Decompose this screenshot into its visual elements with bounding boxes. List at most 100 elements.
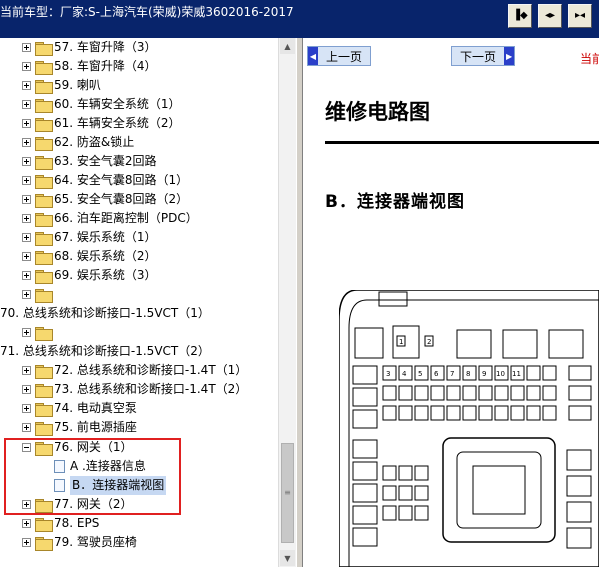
title-bar: 当前车型：厂家:S-上海汽车(荣威)荣威3602016-2017 ▐◆ ◂▸ ▸…: [0, 0, 599, 38]
folder-icon: [35, 402, 53, 417]
folder-icon: [35, 174, 53, 189]
expand-icon[interactable]: [22, 233, 31, 242]
tree-item[interactable]: 66. 泊车距离控制（PDC）: [22, 209, 198, 228]
tree-item[interactable]: 74. 电动真空泵: [22, 399, 137, 418]
tree-item[interactable]: 78. EPS: [22, 514, 99, 533]
expand-icon[interactable]: [22, 157, 31, 166]
scroll-up-icon[interactable]: ▲: [280, 38, 295, 54]
expand-icon[interactable]: [22, 195, 31, 204]
dock-right-icon: ▐◆: [512, 10, 528, 21]
expand-icon[interactable]: [22, 328, 31, 337]
tree-item[interactable]: 60. 车辆安全系统（1）: [22, 95, 181, 114]
connector-pin-label: 11: [512, 370, 521, 378]
tree-item[interactable]: 69. 娱乐系统（3）: [22, 266, 157, 285]
tree-item[interactable]: 67. 娱乐系统（1）: [22, 228, 157, 247]
current-page-label: 当前: [580, 52, 599, 66]
tree-item[interactable]: 62. 防盗&锁止: [22, 133, 134, 152]
connector-pin-label: 5: [418, 370, 422, 378]
page-nav-bar: ◀ 上一页 下一页 ▶ 当前: [303, 38, 599, 73]
expand-icon[interactable]: [22, 404, 31, 413]
expand-icon[interactable]: [22, 538, 31, 547]
connector-pin-label: 4: [402, 370, 407, 378]
document-pane: ◀ 上一页 下一页 ▶ 当前 维修电路图 B．连接器端视图 1 2 3 4 5 …: [303, 38, 599, 567]
expand-icon[interactable]: [22, 138, 31, 147]
expand-icon[interactable]: [22, 214, 31, 223]
document-heading: 维修电路图: [325, 100, 430, 124]
folder-icon: [35, 79, 53, 94]
arrow-left-icon: ◀: [308, 47, 318, 65]
expand-icon[interactable]: [22, 81, 31, 90]
tree-item[interactable]: 71. 总线系统和诊断接口-1.5VCT（2）: [0, 342, 210, 361]
heading-rule: [325, 141, 599, 144]
tree-item[interactable]: 75. 前电源插座: [22, 418, 137, 437]
window-title: 当前车型：厂家:S-上海汽车(荣威)荣威3602016-2017: [0, 5, 294, 19]
tree-item[interactable]: 63. 安全气囊2回路: [22, 152, 157, 171]
arrow-right-icon: ▶: [504, 47, 515, 65]
folder-icon: [35, 117, 53, 132]
scroll-thumb[interactable]: ≡: [281, 443, 294, 543]
folder-icon: [35, 364, 53, 379]
tree-item[interactable]: [22, 323, 54, 342]
folder-icon: [35, 212, 53, 227]
expand-icon[interactable]: [22, 119, 31, 128]
connector-pin-label: 7: [450, 370, 454, 378]
tree-item[interactable]: 65. 安全气囊8回路（2）: [22, 190, 188, 209]
tree-item[interactable]: 61. 车辆安全系统（2）: [22, 114, 181, 133]
expand-horizontal-icon: ◂▸: [544, 10, 556, 21]
collapse-horizontal-button[interactable]: ▸◂: [568, 4, 592, 28]
expand-icon[interactable]: [22, 176, 31, 185]
expand-icon[interactable]: [22, 252, 31, 261]
folder-icon: [35, 98, 53, 113]
expand-horizontal-button[interactable]: ◂▸: [538, 4, 562, 28]
expand-icon[interactable]: [22, 271, 31, 280]
dock-right-button[interactable]: ▐◆: [508, 4, 532, 28]
folder-icon: [35, 536, 53, 551]
folder-icon: [35, 60, 53, 75]
prev-page-button[interactable]: ◀ 上一页: [307, 46, 372, 66]
app-window: 当前车型：厂家:S-上海汽车(荣威)荣威3602016-2017 ▐◆ ◂▸ ▸…: [0, 0, 599, 567]
tree-item[interactable]: 59. 喇叭: [22, 76, 101, 95]
folder-icon: [35, 250, 53, 265]
tree-item[interactable]: [22, 285, 54, 304]
tree-item[interactable]: 57. 车窗升降（3）: [22, 38, 157, 57]
expand-icon[interactable]: [22, 43, 31, 52]
folder-icon: [35, 155, 53, 170]
connector-end-view-diagram: 1 2 3 4 5 6 7 8 9 10 11: [339, 290, 599, 567]
connector-pin-label: 2: [427, 338, 431, 346]
connector-pin-label: 1: [399, 338, 403, 346]
expand-icon[interactable]: [22, 385, 31, 394]
tree-item[interactable]: 79. 驾驶员座椅: [22, 533, 137, 552]
expand-icon[interactable]: [22, 519, 31, 528]
expand-icon[interactable]: [22, 423, 31, 432]
folder-icon: [35, 193, 53, 208]
next-page-button[interactable]: 下一页 ▶: [451, 46, 516, 66]
expand-icon[interactable]: [22, 290, 31, 299]
tree-item[interactable]: 70. 总线系统和诊断接口-1.5VCT（1）: [0, 304, 210, 323]
collapse-horizontal-icon: ▸◂: [574, 10, 586, 21]
connector-pin-label: 6: [434, 370, 439, 378]
tree-item[interactable]: 72. 总线系统和诊断接口-1.4T（1）: [22, 361, 247, 380]
folder-icon: [35, 326, 53, 341]
folder-icon: [35, 383, 53, 398]
tree-item[interactable]: 68. 娱乐系统（2）: [22, 247, 157, 266]
document-subheading: B．连接器端视图: [325, 192, 465, 212]
connector-pin-label: 3: [386, 370, 390, 378]
tree-item[interactable]: 58. 车窗升降（4）: [22, 57, 157, 76]
folder-icon: [35, 517, 53, 532]
folder-icon: [35, 421, 53, 436]
tree-item[interactable]: 73. 总线系统和诊断接口-1.4T（2）: [22, 380, 247, 399]
highlight-box: [4, 438, 181, 515]
tree-item[interactable]: 64. 安全气囊8回路（1）: [22, 171, 188, 190]
connector-pin-label: 10: [496, 370, 505, 378]
folder-icon: [35, 41, 53, 56]
folder-icon: [35, 136, 53, 151]
expand-icon[interactable]: [22, 62, 31, 71]
folder-icon: [35, 269, 53, 284]
folder-icon: [35, 231, 53, 246]
tree-scrollbar[interactable]: ▲ ≡ ▼: [278, 38, 296, 567]
pane-splitter[interactable]: [296, 38, 303, 567]
folder-icon: [35, 288, 53, 303]
expand-icon[interactable]: [22, 366, 31, 375]
scroll-down-icon[interactable]: ▼: [280, 550, 295, 566]
expand-icon[interactable]: [22, 100, 31, 109]
